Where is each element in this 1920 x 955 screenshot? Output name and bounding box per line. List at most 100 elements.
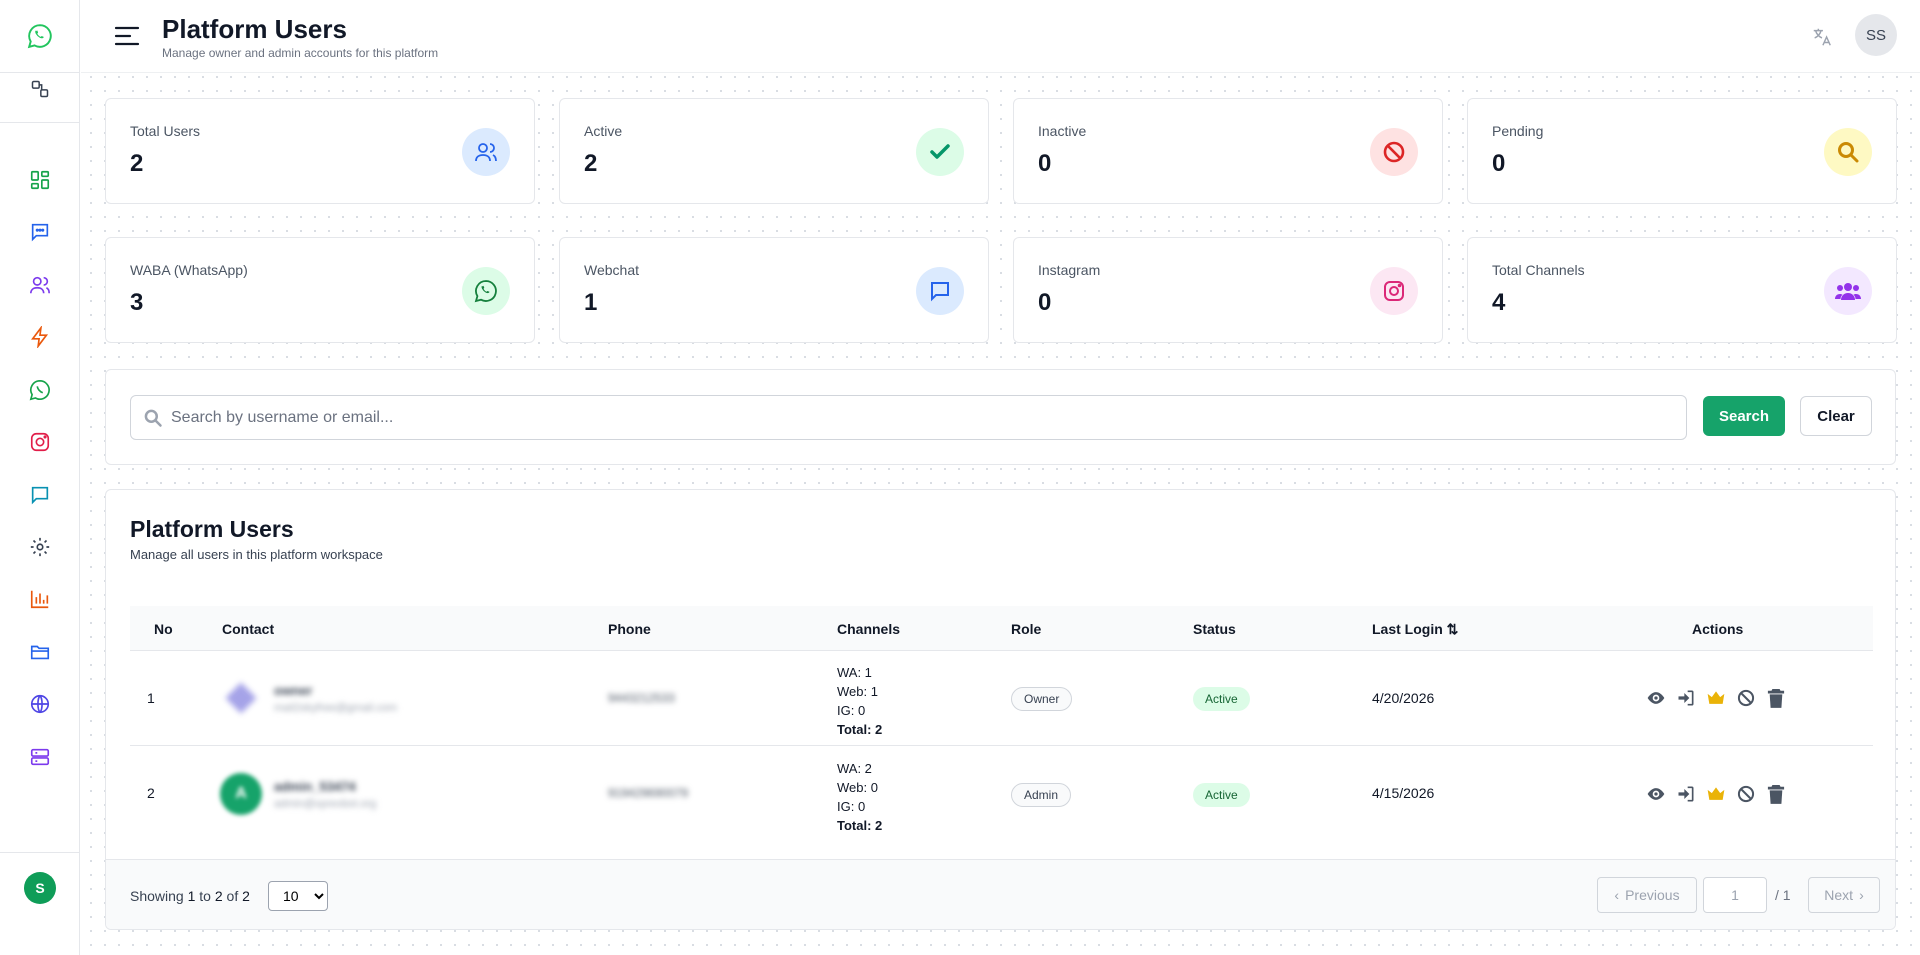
row-number: 2 [147, 785, 155, 801]
row-actions [1646, 688, 1786, 708]
total-count: Total: 2 [837, 722, 883, 737]
stat-label: Pending [1492, 123, 1544, 139]
stat-value: 0 [1492, 150, 1506, 177]
stat-card-total-channels: Total Channels 4 [1467, 237, 1897, 343]
delete-icon[interactable] [1766, 784, 1786, 804]
chevron-left-icon: ‹ [1614, 887, 1620, 903]
web-count: Web: 0 [837, 780, 878, 795]
users-icon [462, 128, 510, 176]
view-icon[interactable] [1646, 784, 1666, 804]
clear-button[interactable]: Clear [1800, 396, 1872, 436]
channel-counts: WA: 1 Web: 1 IG: 0 Total: 2 [837, 663, 882, 739]
showing-from: 1 [187, 888, 196, 904]
stat-value: 0 [1038, 150, 1052, 177]
channel-counts: WA: 2 Web: 0 IG: 0 Total: 2 [837, 759, 882, 835]
whatsapp-logo-icon[interactable] [20, 16, 60, 56]
instagram-icon[interactable] [20, 422, 60, 462]
whatsapp-icon [462, 267, 510, 315]
status-badge: Active [1193, 687, 1250, 711]
stat-label: Webchat [584, 262, 639, 278]
search-input[interactable] [171, 396, 1671, 439]
column-header-contact: Contact [222, 621, 275, 637]
login-as-icon[interactable] [1676, 688, 1696, 708]
login-as-icon[interactable] [1676, 784, 1696, 804]
user-avatar[interactable]: SS [1855, 14, 1897, 56]
row-number: 1 [147, 690, 155, 706]
chat-icon [916, 267, 964, 315]
chat-icon[interactable] [20, 475, 60, 515]
last-login-date: 4/20/2026 [1372, 690, 1435, 706]
server-icon[interactable] [20, 737, 60, 777]
stat-value: 2 [130, 150, 144, 177]
wa-count: WA: 2 [837, 761, 872, 776]
sidebar: S [0, 0, 80, 955]
role-badge: Owner [1011, 687, 1073, 711]
chevron-right-icon: › [1859, 887, 1864, 903]
stat-card-total-users: Total Users 2 [105, 98, 535, 204]
stat-card-waba: WABA (WhatsApp) 3 [105, 237, 535, 343]
integrations-icon[interactable] [20, 69, 60, 109]
sidebar-avatar[interactable]: S [24, 872, 56, 904]
per-page-select[interactable]: 10 25 50 [268, 881, 328, 911]
table-header: No Contact Phone Channels Role Status La… [130, 606, 1873, 651]
analytics-icon[interactable] [20, 579, 60, 619]
check-icon [916, 128, 964, 176]
avatar: A [220, 773, 262, 815]
search-icon [144, 409, 162, 427]
stat-label: Active [584, 123, 623, 139]
stat-value: 1 [584, 289, 598, 316]
phone-number: 9443212533 [608, 691, 675, 705]
delete-icon[interactable] [1766, 688, 1786, 708]
stat-card-inactive: Inactive 0 [1013, 98, 1443, 204]
stat-card-webchat: Webchat 1 [559, 237, 989, 343]
role-badge: Admin [1011, 783, 1072, 807]
ig-count: IG: 0 [837, 703, 866, 718]
messages-icon[interactable] [20, 212, 60, 252]
avatar [220, 677, 262, 719]
deactivate-icon[interactable] [1736, 688, 1756, 708]
globe-icon[interactable] [20, 684, 60, 724]
users-table-card: Platform Users Manage all users in this … [105, 489, 1896, 930]
contact-email: admin@xprexbot.org [274, 798, 377, 810]
stat-card-pending: Pending 0 [1467, 98, 1897, 204]
ig-count: IG: 0 [837, 799, 866, 814]
crown-icon[interactable] [1706, 784, 1726, 804]
contact-name: admin_53474 [274, 779, 356, 794]
users-icon[interactable] [20, 265, 60, 305]
table-footer: Showing 1 to 2 of 2 10 25 50 ‹ Previous … [106, 859, 1895, 929]
dashboard-icon[interactable] [20, 160, 60, 200]
view-icon[interactable] [1646, 688, 1666, 708]
folder-icon[interactable] [20, 632, 60, 672]
status-badge: Active [1193, 783, 1250, 807]
lightning-icon[interactable] [20, 317, 60, 357]
sort-icon: ⇅ [1446, 621, 1459, 637]
showing-to-word: to [199, 888, 211, 904]
next-page-button[interactable]: Next › [1808, 877, 1880, 913]
page-number-input[interactable] [1703, 877, 1767, 913]
column-header-last-login[interactable]: Last Login ⇅ [1372, 621, 1458, 638]
whatsapp-icon[interactable] [20, 370, 60, 410]
page-title: Platform Users [162, 14, 347, 44]
crown-icon[interactable] [1706, 688, 1726, 708]
header: Platform Users Manage owner and admin ac… [81, 0, 1920, 73]
showing-of-word: of [226, 888, 239, 904]
previous-label: Previous [1625, 887, 1680, 903]
previous-page-button[interactable]: ‹ Previous [1597, 877, 1697, 913]
showing-to: 2 [214, 888, 223, 904]
showing-total: 2 [242, 888, 250, 904]
search-button[interactable]: Search [1703, 396, 1785, 436]
total-count: Total: 2 [837, 818, 883, 833]
column-header-phone: Phone [608, 621, 651, 637]
web-count: Web: 1 [837, 684, 878, 699]
column-header-status: Status [1193, 621, 1236, 637]
translate-icon[interactable] [1807, 22, 1837, 52]
deactivate-icon[interactable] [1736, 784, 1756, 804]
search-icon [1824, 128, 1872, 176]
menu-icon[interactable] [113, 22, 141, 50]
search-field [130, 395, 1687, 440]
contact-email: mail2skyfree@gmail.com [274, 702, 398, 714]
table-row: 2 A admin_53474 admin@xprexbot.org 91942… [130, 747, 1873, 842]
settings-icon[interactable] [20, 527, 60, 567]
showing-text: Showing 1 to 2 of 2 [130, 888, 250, 904]
contact-name: owner [274, 683, 313, 698]
